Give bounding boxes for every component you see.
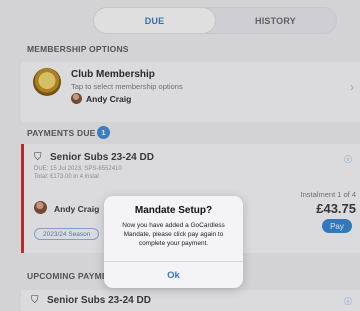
dialog-message: Now you have added a GoCardless Mandate,… <box>122 222 225 247</box>
dialog-title: Mandate Setup? <box>134 205 213 216</box>
mandate-setup-dialog: Mandate Setup? Now you have added a GoCa… <box>104 196 243 288</box>
ok-button[interactable]: Ok <box>104 262 243 288</box>
